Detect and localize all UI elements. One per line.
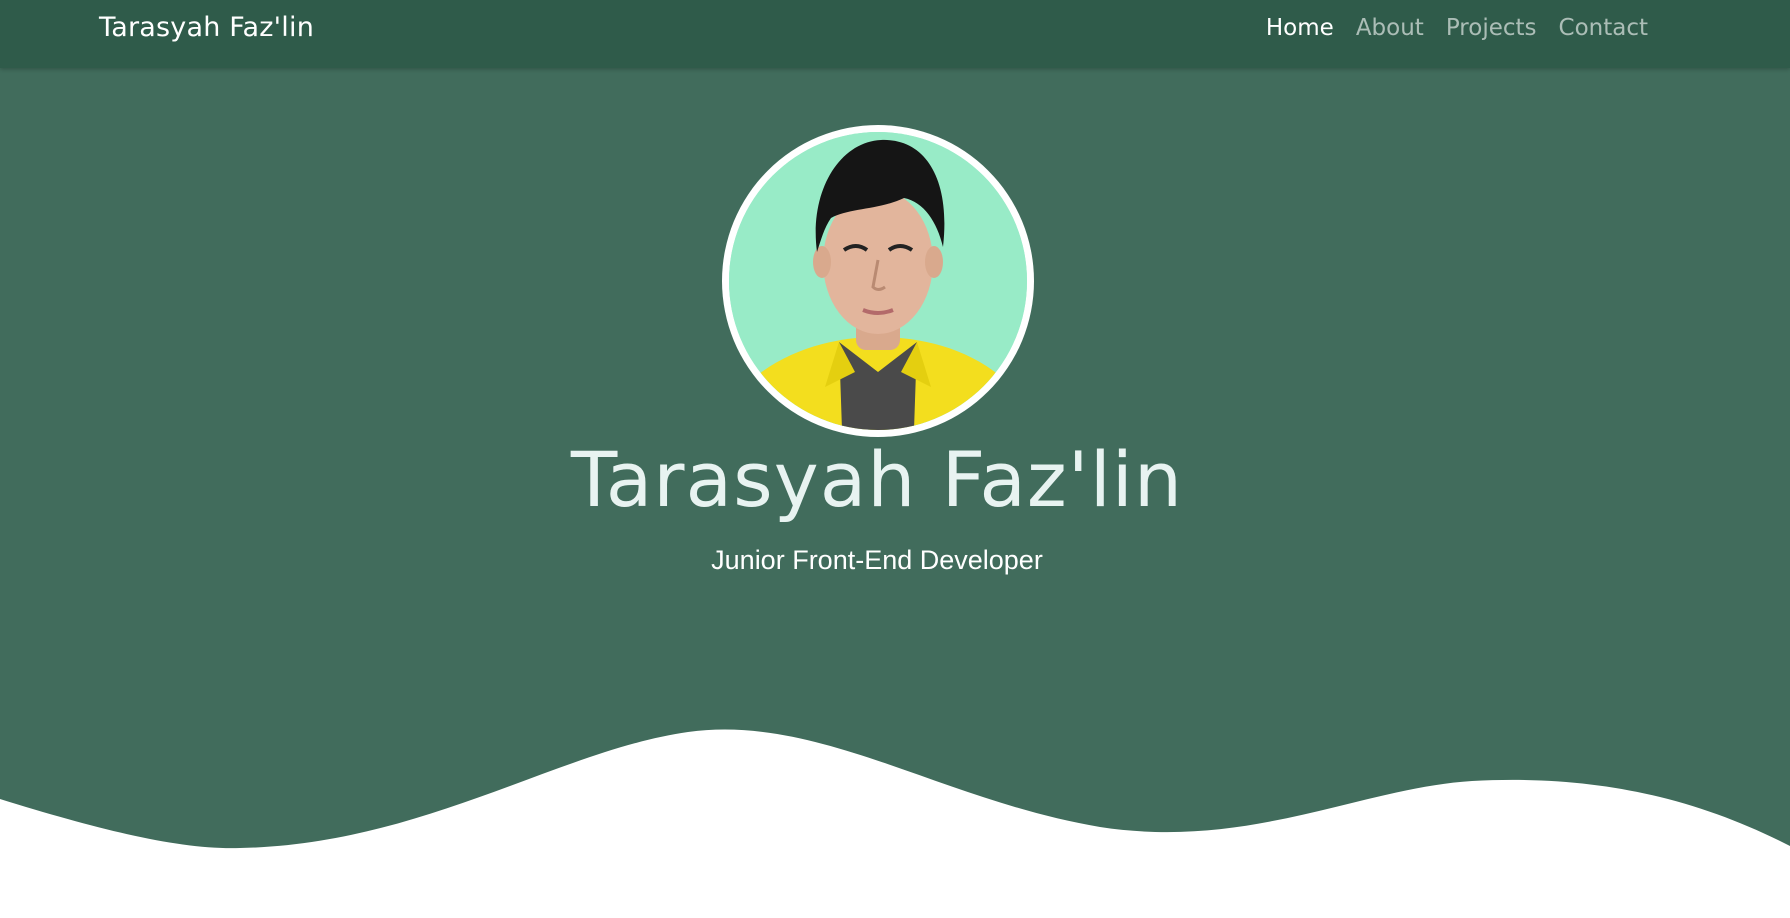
navbar: Tarasyah Faz'lin Home About Projects Con… xyxy=(0,0,1790,68)
profile-photo-icon xyxy=(729,132,1027,430)
nav-link-contact[interactable]: Contact xyxy=(1559,15,1648,41)
nav-links: Home About Projects Contact xyxy=(1266,15,1648,41)
nav-link-about[interactable]: About xyxy=(1356,15,1424,41)
nav-link-projects[interactable]: Projects xyxy=(1446,15,1537,41)
avatar-frame xyxy=(722,125,1034,437)
wave-divider xyxy=(0,729,1790,918)
brand-link[interactable]: Tarasyah Faz'lin xyxy=(99,12,314,43)
hero-subtitle: Junior Front-End Developer xyxy=(711,545,1043,575)
nav-link-home[interactable]: Home xyxy=(1266,15,1334,41)
profile-photo xyxy=(729,132,1027,430)
hero-title: Tarasyah Faz'lin xyxy=(570,435,1184,524)
